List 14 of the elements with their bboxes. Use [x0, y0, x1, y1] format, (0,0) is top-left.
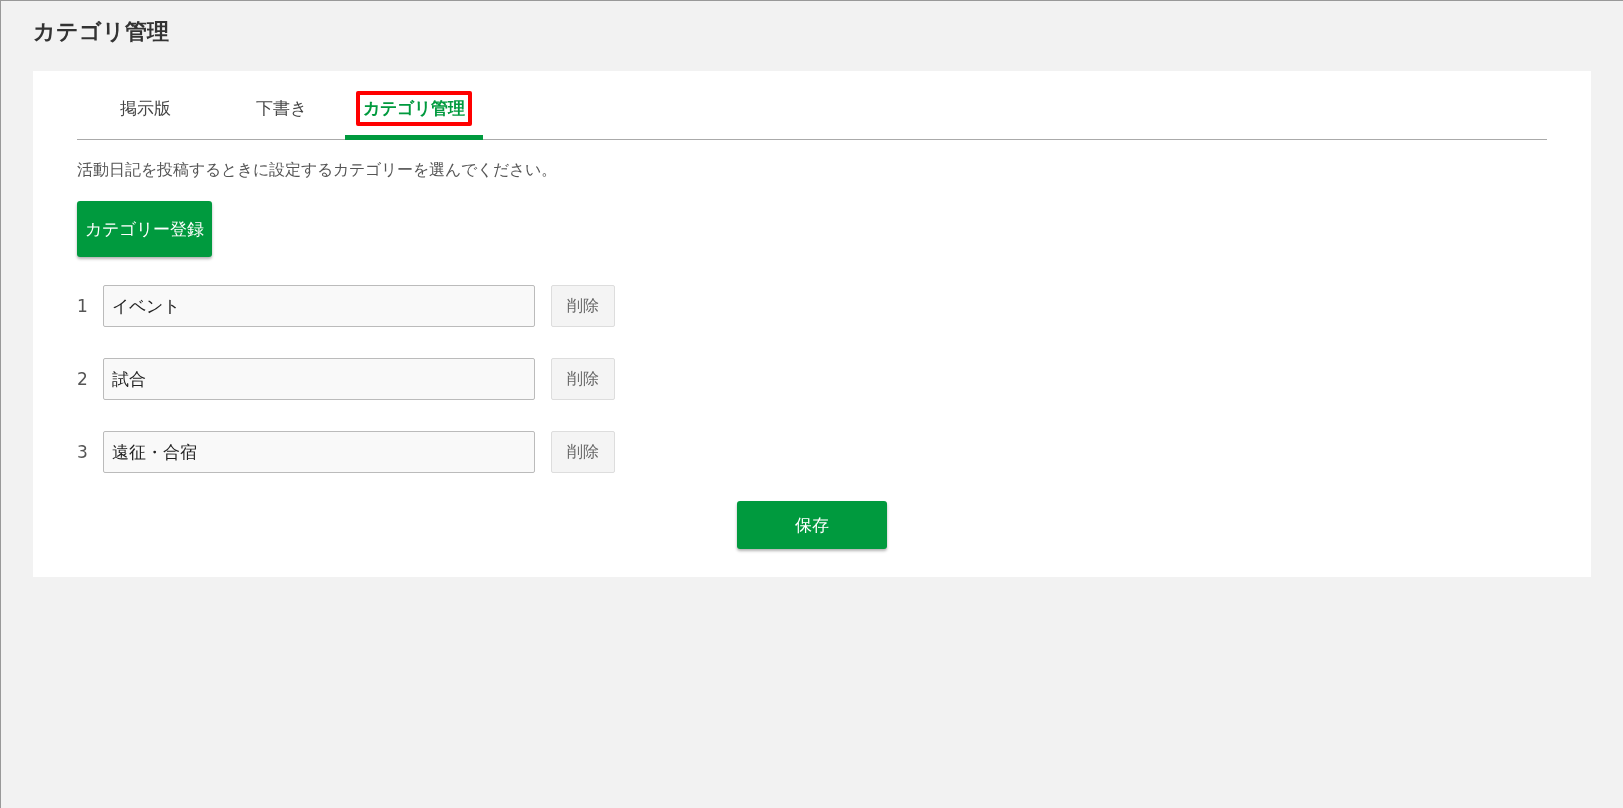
tab[interactable]: 掲示版: [77, 85, 213, 140]
description-text: 活動日記を投稿するときに設定するカテゴリーを選んでください。: [77, 160, 558, 181]
register-category-button[interactable]: カテゴリー登録: [77, 201, 212, 257]
page-title: カテゴリ管理: [33, 18, 170, 46]
row-number: 1: [77, 296, 89, 316]
category-input[interactable]: イベント: [103, 285, 535, 327]
row-number: 3: [77, 442, 89, 462]
delete-button[interactable]: 削除: [551, 431, 615, 473]
delete-button[interactable]: 削除: [551, 358, 615, 400]
category-input[interactable]: 試合: [103, 358, 535, 400]
save-button[interactable]: 保存: [737, 501, 887, 549]
category-input[interactable]: 遠征・合宿: [103, 431, 535, 473]
row-number: 2: [77, 369, 89, 389]
delete-button[interactable]: 削除: [551, 285, 615, 327]
